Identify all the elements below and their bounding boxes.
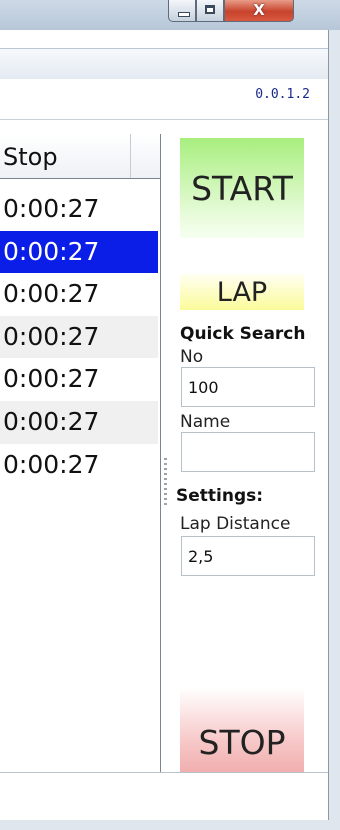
close-icon: X: [253, 1, 265, 19]
list-row[interactable]: 0:00:27: [0, 444, 158, 487]
list-row[interactable]: 0:00:27: [0, 273, 158, 316]
window-bottom-border: [0, 820, 340, 830]
number-search-input[interactable]: [181, 367, 315, 407]
name-label: Name: [180, 412, 231, 432]
menu-bar[interactable]: [0, 48, 328, 80]
list-row[interactable]: 0:00:27: [0, 400, 158, 444]
list-row[interactable]: 0:00:27: [0, 188, 158, 231]
window-controls: X: [168, 0, 294, 24]
quick-search-heading: Quick Search: [180, 324, 306, 344]
minimize-button[interactable]: [168, 0, 196, 22]
results-list[interactable]: Stop 0:00:27 0:00:27 0:00:27 0:00:27 0:0…: [0, 134, 161, 777]
column-header-stop[interactable]: Stop: [3, 143, 58, 171]
lap-button[interactable]: LAP: [180, 274, 304, 310]
name-search-input[interactable]: [181, 432, 315, 472]
settings-heading: Settings:: [176, 486, 264, 506]
maximize-button[interactable]: [196, 0, 224, 22]
maximize-icon: [205, 5, 215, 14]
version-label: 0.0.1.2: [255, 87, 310, 102]
list-row[interactable]: 0:00:27: [0, 315, 158, 359]
list-row-selected[interactable]: 0:00:27: [0, 230, 158, 274]
column-divider[interactable]: [130, 134, 131, 178]
lap-distance-label: Lap Distance: [180, 514, 291, 534]
splitter-handle[interactable]: [164, 458, 167, 508]
control-panel: START LAP Quick Search No Name Settings:…: [168, 134, 318, 794]
list-rows: 0:00:27 0:00:27 0:00:27 0:00:27 0:00:27 …: [0, 188, 158, 486]
close-button[interactable]: X: [224, 0, 294, 22]
client-area: 0.0.1.2 Stop 0:00:27 0:00:27 0:00:27 0:0…: [0, 30, 329, 821]
version-bar: 0.0.1.2: [0, 79, 328, 120]
no-label: No: [180, 347, 204, 367]
window-frame: X 0.0.1.2 Stop 0:00:27 0:00:27 0:00:27 0…: [0, 0, 340, 830]
title-bar[interactable]: X: [0, 0, 340, 30]
list-row[interactable]: 0:00:27: [0, 358, 158, 401]
minimize-icon: [178, 12, 190, 17]
list-header: Stop: [0, 134, 160, 179]
status-bar: [0, 772, 328, 821]
lap-distance-input[interactable]: [181, 536, 315, 576]
start-button[interactable]: START: [180, 138, 304, 238]
